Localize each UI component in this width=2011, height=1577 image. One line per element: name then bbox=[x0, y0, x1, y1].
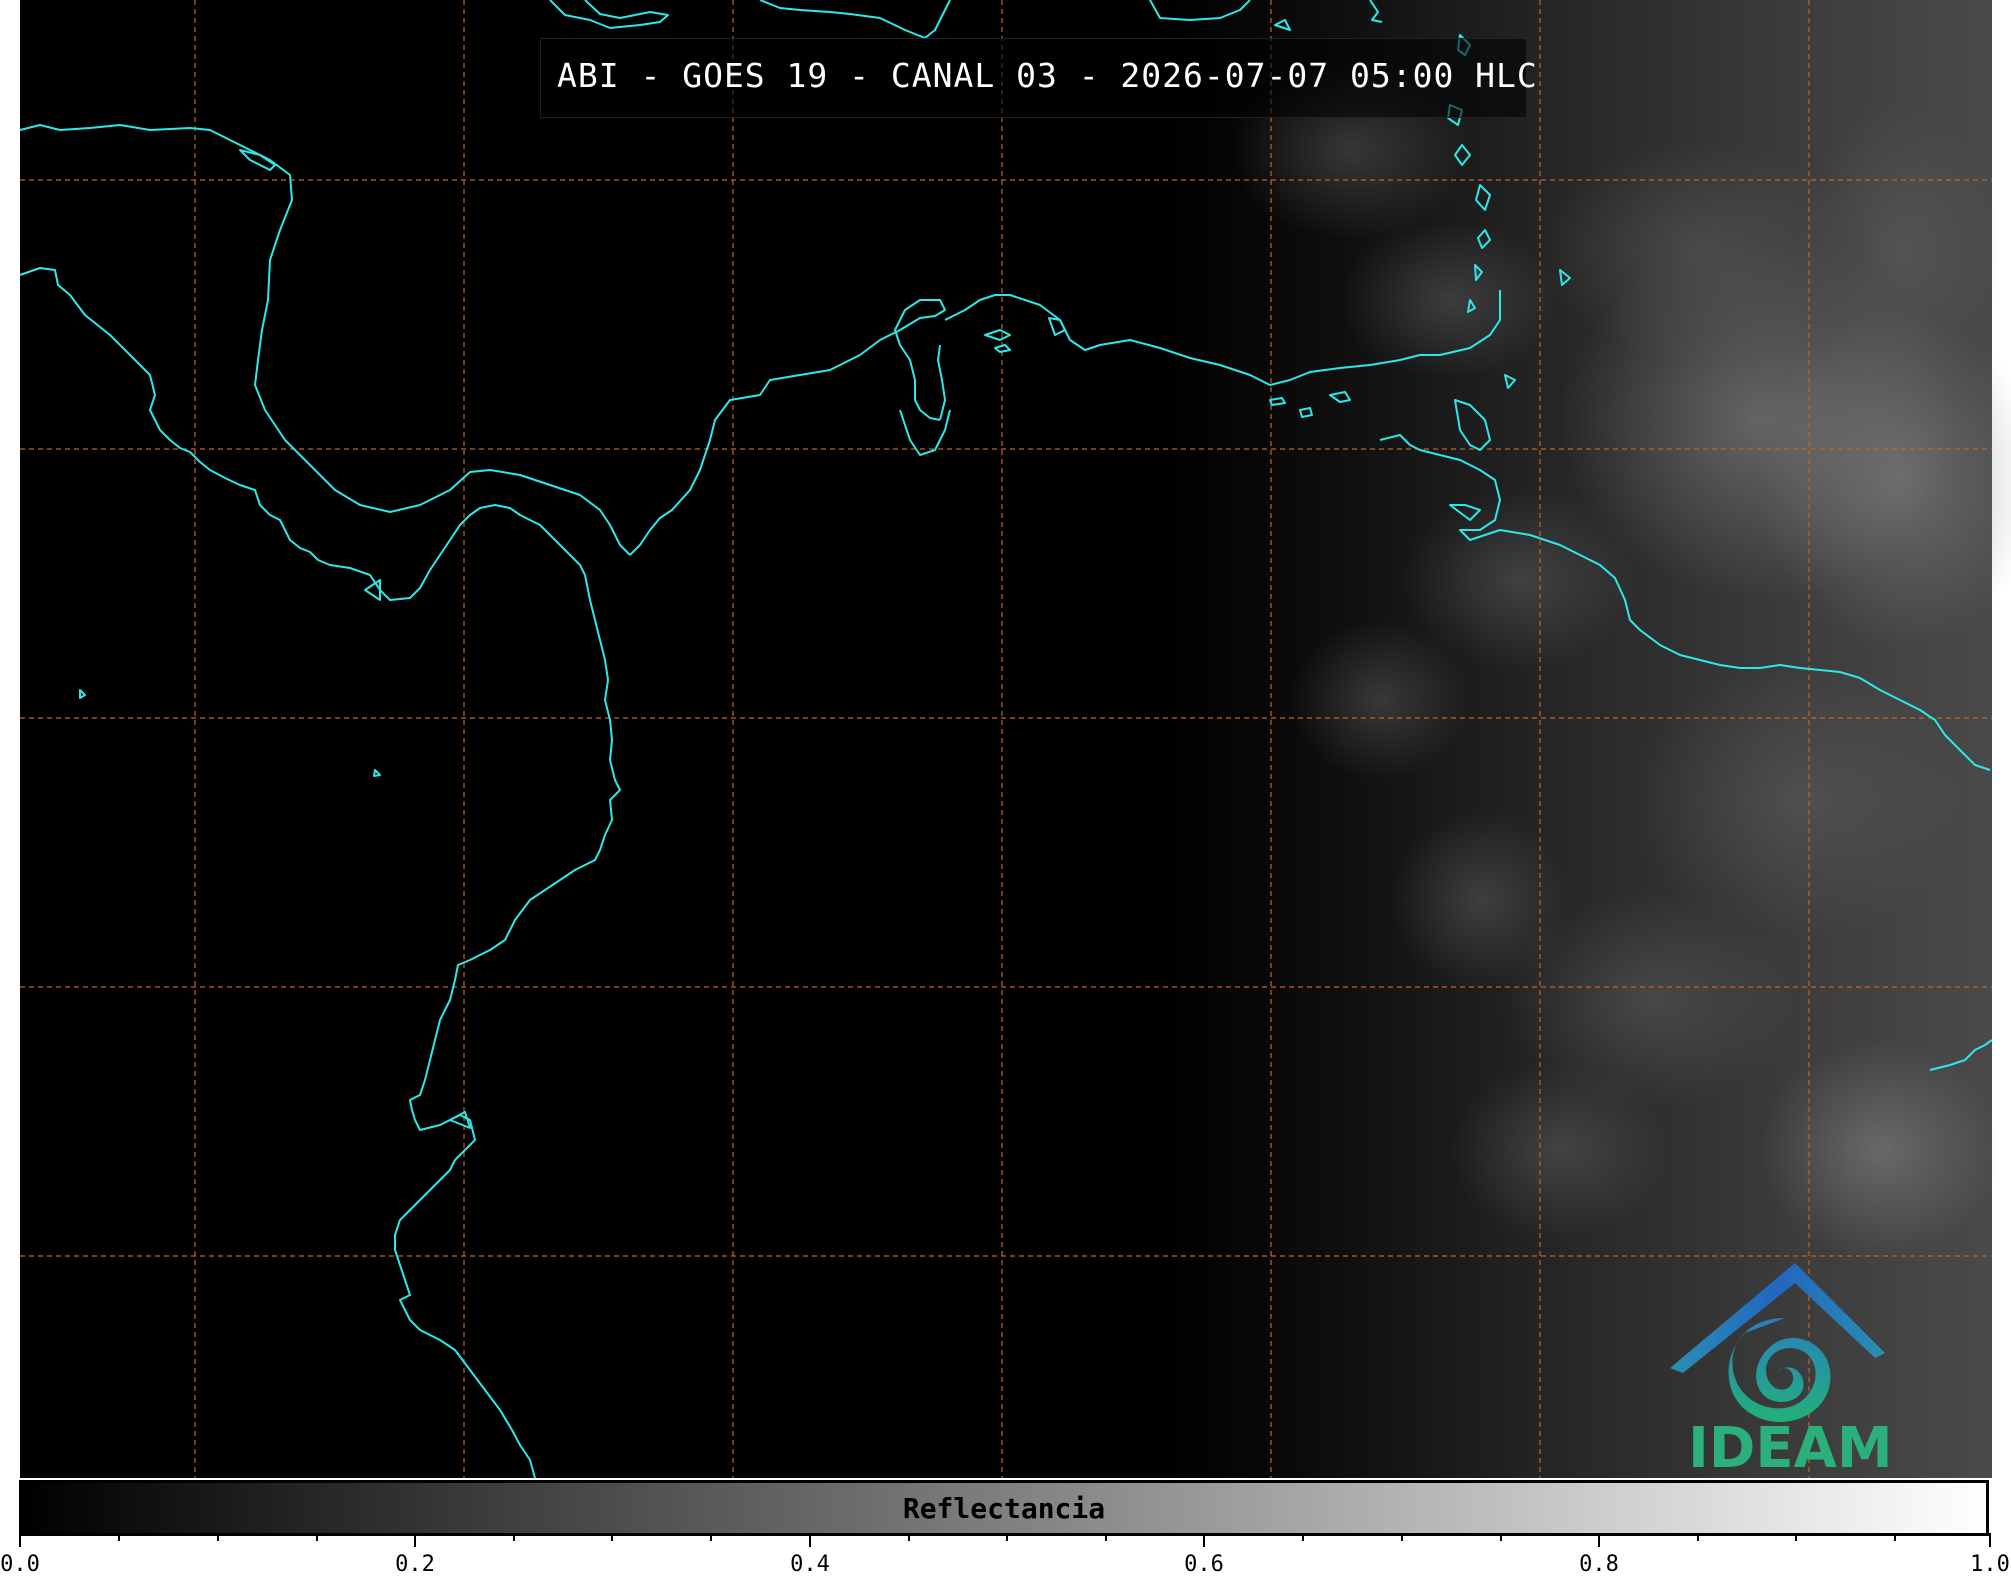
map-title: ABI - GOES 19 - CANAL 03 - 2026-07-07 05… bbox=[557, 56, 1538, 95]
colorbar-tick-label: 0.0 bbox=[0, 1552, 40, 1577]
colorbar-tick-label: 0.8 bbox=[1579, 1552, 1619, 1577]
colorbar-tick-label: 0.2 bbox=[395, 1552, 435, 1577]
colorbar-label: Reflectancia bbox=[902, 1492, 1106, 1525]
colorbar-tick-label: 1.0 bbox=[1970, 1552, 2010, 1577]
colorbar-tick-label: 0.6 bbox=[1184, 1552, 1224, 1577]
colorbar-tick-label: 0.4 bbox=[790, 1552, 830, 1577]
ideam-logo-text: IDEAM bbox=[1688, 1416, 1893, 1481]
colorbar-ticks bbox=[19, 1533, 1991, 1547]
